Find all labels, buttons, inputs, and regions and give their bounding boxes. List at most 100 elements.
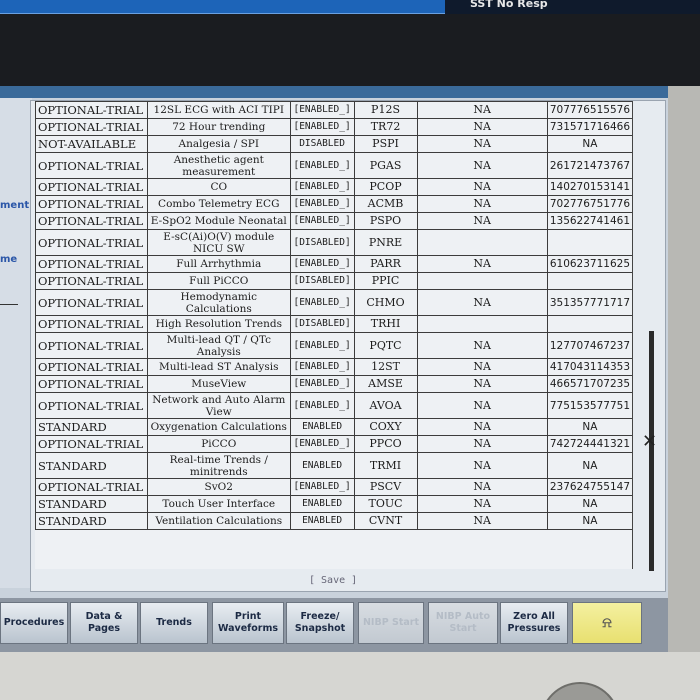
table-row[interactable]: OPTIONAL-TRIAL Anesthetic agent measureme… bbox=[35, 152, 632, 179]
table-row[interactable]: OPTIONAL-TRIAL Multi-lead QT / QTc Analys… bbox=[35, 332, 632, 359]
table-row[interactable]: NOT-AVAILABLE Analgesia / SPI DISABLED PSPI… bbox=[35, 135, 632, 153]
option-status-cell bbox=[416, 229, 548, 256]
license-cell: OPTIONAL-TRIAL bbox=[35, 358, 148, 376]
table-row[interactable]: OPTIONAL-TRIAL SvO2 [ENABLED_] PSCV NA 237624… bbox=[35, 478, 632, 496]
license-cell: OPTIONAL-TRIAL bbox=[35, 435, 148, 453]
option-state-cell: ENABLED bbox=[289, 452, 355, 479]
table-row[interactable]: STANDARD Touch User Interface ENABLED TOUC N… bbox=[35, 495, 632, 513]
option-name-cell: Oxygenation Calculations bbox=[146, 418, 291, 436]
freeze-snapshot-button[interactable]: Freeze/ Snapshot bbox=[286, 602, 354, 644]
license-cell: OPTIONAL-TRIAL bbox=[35, 478, 148, 496]
table-row[interactable]: OPTIONAL-TRIAL Combo Telemetry ECG [ENABLE… bbox=[35, 195, 632, 213]
table-row[interactable]: STANDARD Real-time Trends / minitrends ENA… bbox=[35, 452, 632, 479]
table-row[interactable]: OPTIONAL-TRIAL E-sC(Ai)O(V) module NICU S… bbox=[35, 229, 632, 256]
option-status-cell: NA bbox=[416, 255, 548, 273]
option-key-cell: 707776515576 bbox=[546, 101, 632, 119]
option-state-cell: [ENABLED_] bbox=[289, 478, 355, 496]
option-name-cell: Full Arrhythmia bbox=[146, 255, 291, 273]
monitor-bezel-right bbox=[668, 86, 700, 656]
option-key-cell: NA bbox=[546, 512, 632, 530]
license-cell: OPTIONAL-TRIAL bbox=[35, 272, 148, 290]
control-knob[interactable] bbox=[540, 682, 620, 700]
option-status-cell: NA bbox=[416, 118, 548, 136]
alarm-silence-button[interactable]: ⍾ bbox=[572, 602, 642, 644]
option-key-cell: NA bbox=[546, 452, 632, 479]
option-state-cell: [DISABLED] bbox=[289, 315, 355, 333]
nibp-start-button[interactable]: NIBP Start bbox=[358, 602, 424, 644]
option-key-cell: 261721473767 bbox=[546, 152, 632, 179]
table-row[interactable]: OPTIONAL-TRIAL 72 Hour trending [ENABLED_]… bbox=[35, 118, 632, 136]
license-cell: OPTIONAL-TRIAL bbox=[35, 118, 148, 136]
table-row[interactable]: OPTIONAL-TRIAL CO [ENABLED_] PCOP NA 14027015… bbox=[35, 178, 632, 196]
nibp-auto-start-button[interactable]: NIBP Auto Start bbox=[428, 602, 498, 644]
option-state-cell: [ENABLED_] bbox=[289, 289, 355, 316]
function-key-bar: Procedures Data & Pages Trends Print Wav… bbox=[0, 598, 668, 652]
left-menu-label-2[interactable]: me bbox=[0, 254, 17, 265]
option-code-cell: PCOP bbox=[353, 178, 418, 196]
option-code-cell: PSPO bbox=[353, 212, 418, 230]
table-row[interactable]: OPTIONAL-TRIAL MuseView [ENABLED_] AMSE NA 46… bbox=[35, 375, 632, 393]
option-key-cell bbox=[546, 315, 632, 333]
option-code-cell: TRHI bbox=[353, 315, 418, 333]
license-cell: OPTIONAL-TRIAL bbox=[35, 315, 148, 333]
option-name-cell: Combo Telemetry ECG bbox=[146, 195, 291, 213]
license-cell: OPTIONAL-TRIAL bbox=[35, 178, 148, 196]
option-code-cell: PNRE bbox=[353, 229, 418, 256]
procedures-button[interactable]: Procedures bbox=[0, 602, 68, 644]
print-waveforms-button[interactable]: Print Waveforms bbox=[212, 602, 284, 644]
trends-button[interactable]: Trends bbox=[140, 602, 208, 644]
option-status-cell: NA bbox=[416, 332, 548, 359]
table-row[interactable]: OPTIONAL-TRIAL Full PiCCO [DISABLED] PPIC bbox=[35, 272, 632, 290]
table-row[interactable]: OPTIONAL-TRIAL Network and Auto Alarm Vie… bbox=[35, 392, 632, 419]
screen-header-band bbox=[0, 86, 668, 98]
option-key-cell: 742724441321 bbox=[546, 435, 632, 453]
option-code-cell: AVOA bbox=[353, 392, 418, 419]
option-key-cell bbox=[546, 229, 632, 256]
license-cell: OPTIONAL-TRIAL bbox=[35, 289, 148, 316]
table-row[interactable]: OPTIONAL-TRIAL E-SpO2 Module Neonatal [ENA… bbox=[35, 212, 632, 230]
option-name-cell: 72 Hour trending bbox=[146, 118, 291, 136]
data-pages-button[interactable]: Data & Pages bbox=[70, 602, 138, 644]
table-row[interactable]: OPTIONAL-TRIAL PiCCO [ENABLED_] PPCO NA 74272… bbox=[35, 435, 632, 453]
option-key-cell: 775153577751 bbox=[546, 392, 632, 419]
option-name-cell: Real-time Trends / minitrends bbox=[146, 452, 291, 479]
table-scrollbar[interactable]: ✕ bbox=[637, 101, 665, 571]
table-row[interactable]: OPTIONAL-TRIAL High Resolution Trends [DIS… bbox=[35, 315, 632, 333]
option-state-cell: [DISABLED] bbox=[289, 229, 355, 256]
zero-all-pressures-button[interactable]: Zero All Pressures bbox=[500, 602, 568, 644]
option-state-cell: ENABLED bbox=[289, 495, 355, 513]
option-code-cell: PARR bbox=[353, 255, 418, 273]
option-status-cell: NA bbox=[416, 101, 548, 119]
option-key-cell: 351357771717 bbox=[546, 289, 632, 316]
option-code-cell: PPIC bbox=[353, 272, 418, 290]
options-table-body: OPTIONAL-TRIAL 12SL ECG with ACI TIPI [ENA… bbox=[35, 101, 632, 530]
option-key-cell: 731571716466 bbox=[546, 118, 632, 136]
option-status-cell: NA bbox=[416, 195, 548, 213]
option-key-cell: NA bbox=[546, 135, 632, 153]
option-state-cell: ENABLED bbox=[289, 418, 355, 436]
option-status-cell: NA bbox=[416, 152, 548, 179]
table-row[interactable]: OPTIONAL-TRIAL 12SL ECG with ACI TIPI [ENA… bbox=[35, 101, 632, 119]
option-state-cell: [DISABLED] bbox=[289, 272, 355, 290]
option-name-cell: Hemodynamic Calculations bbox=[146, 289, 291, 316]
license-cell: NOT-AVAILABLE bbox=[35, 135, 148, 153]
table-row[interactable]: OPTIONAL-TRIAL Multi-lead ST Analysis [ENA… bbox=[35, 358, 632, 376]
option-status-cell: NA bbox=[416, 392, 548, 419]
option-code-cell: CHMO bbox=[353, 289, 418, 316]
option-code-cell: TOUC bbox=[353, 495, 418, 513]
close-icon[interactable]: ✕ bbox=[642, 431, 657, 452]
option-name-cell: PiCCO bbox=[146, 435, 291, 453]
table-row[interactable]: STANDARD Ventilation Calculations ENABLED C… bbox=[35, 512, 632, 530]
option-status-cell: NA bbox=[416, 512, 548, 530]
license-cell: OPTIONAL-TRIAL bbox=[35, 152, 148, 179]
option-status-cell: NA bbox=[416, 212, 548, 230]
left-menu-label-1[interactable]: ment bbox=[0, 200, 29, 211]
option-code-cell: PSPI bbox=[353, 135, 418, 153]
left-menu-panel: ment me bbox=[0, 98, 32, 588]
table-row[interactable]: OPTIONAL-TRIAL Full Arrhythmia [ENABLED_] P… bbox=[35, 255, 632, 273]
option-key-cell: NA bbox=[546, 495, 632, 513]
table-row[interactable]: OPTIONAL-TRIAL Hemodynamic Calculations [E… bbox=[35, 289, 632, 316]
table-row[interactable]: STANDARD Oxygenation Calculations ENABLED C… bbox=[35, 418, 632, 436]
save-button[interactable]: [ Save ] bbox=[309, 575, 357, 586]
option-state-cell: [ENABLED_] bbox=[289, 195, 355, 213]
